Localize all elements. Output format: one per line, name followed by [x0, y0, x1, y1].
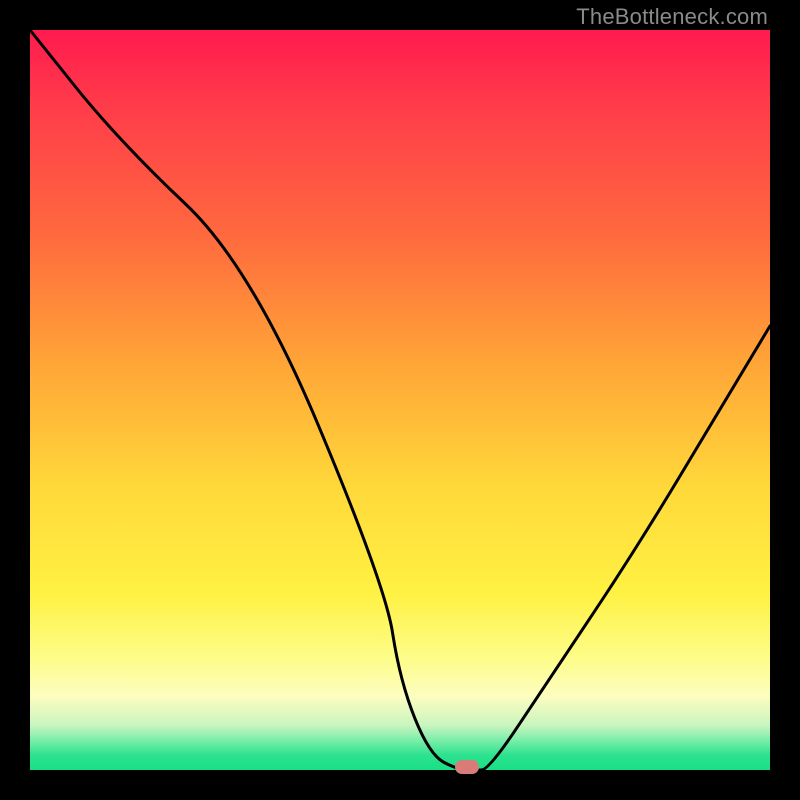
chart-frame: TheBottleneck.com — [0, 0, 800, 800]
chart-gradient-background — [30, 30, 770, 770]
watermark-text: TheBottleneck.com — [576, 4, 768, 30]
optimum-marker — [455, 760, 479, 774]
